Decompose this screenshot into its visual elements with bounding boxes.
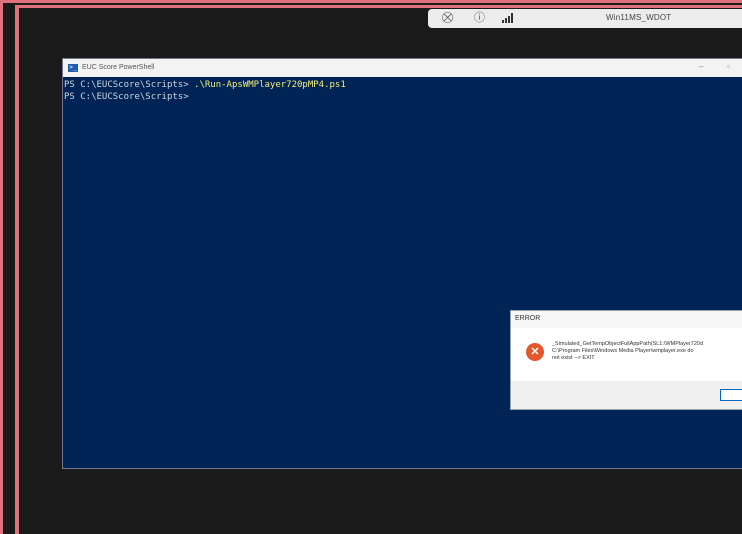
minimize-button[interactable]: – [699,62,703,71]
window-title: EUC Score PowerShell [82,64,155,71]
frame-top-border [15,5,742,8]
error-dialog-body: ✕ _Simulated_GetTempObjectFullAppPath(SL… [511,328,742,381]
prompt-line-1: PS C:\EUCScore\Scripts> .\Run-ApsWMPlaye… [64,80,346,90]
error-dialog[interactable]: ERROR ✕ _Simulated_GetTempObjectFullAppP… [510,310,742,410]
lock-icon[interactable]: ⓘ [474,11,485,25]
error-dialog-title[interactable]: ERROR [511,311,742,328]
console-output[interactable]: PS C:\EUCScore\Scripts> .\Run-ApsWMPlaye… [63,77,742,105]
network-off-icon[interactable]: ⛒ [442,11,453,25]
signal-icon[interactable] [502,13,516,23]
error-dialog-footer [511,381,742,409]
ok-button[interactable] [720,389,742,401]
frame-left-border [15,5,19,534]
error-message: _Simulated_GetTempObjectFullAppPath(SL1:… [552,341,704,361]
maximize-button[interactable]: ▫ [727,62,730,71]
powershell-icon: >_ [68,64,78,72]
command-text: .\Run-ApsWMPlayer720pMP4.ps1 [194,80,346,90]
prompt-text: PS C:\EUCScore\Scripts> [64,92,195,102]
prompt-text: PS C:\EUCScore\Scripts> [64,80,195,90]
powershell-titlebar[interactable]: >_ EUC Score PowerShell – ▫ [63,59,742,77]
machine-name[interactable]: Win11MS_WDOT [606,13,671,22]
remote-session-bar: ⛒ ⓘ Win11MS_WDOT [428,9,742,28]
prompt-line-2: PS C:\EUCScore\Scripts> [64,92,194,102]
error-x-icon: ✕ [526,343,544,361]
